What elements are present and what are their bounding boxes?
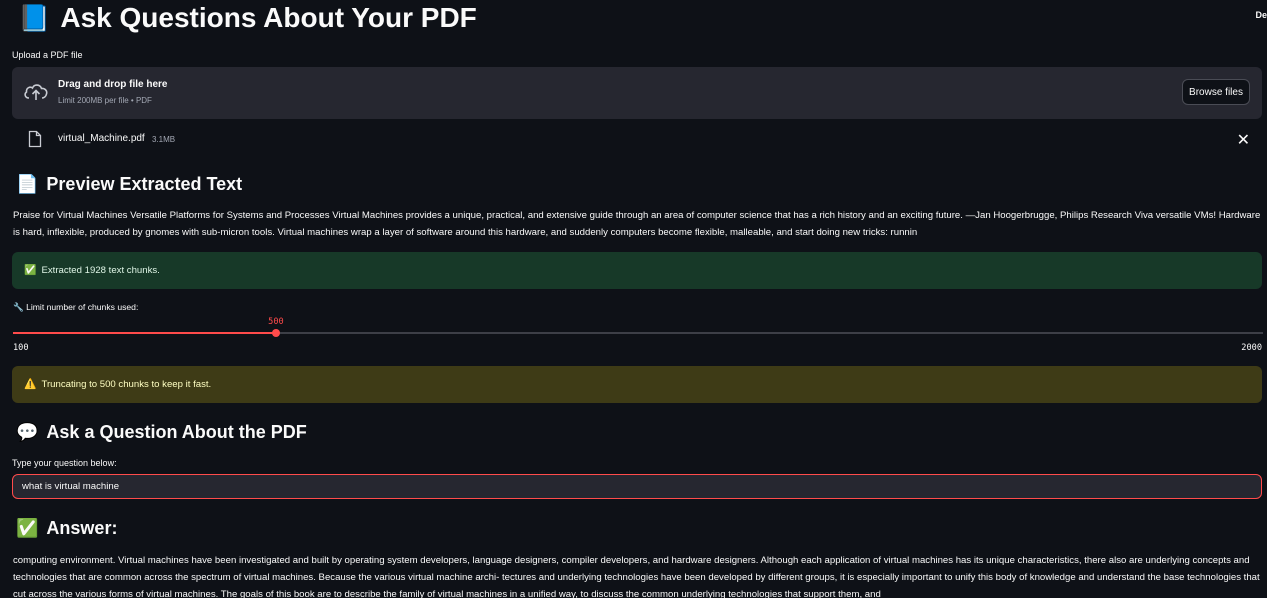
- cloud-upload-icon: [24, 84, 48, 100]
- file-dropzone[interactable]: Drag and drop file here Limit 200MB per …: [12, 67, 1262, 119]
- file-icon: [28, 130, 42, 148]
- uploaded-file: virtual_Machine.pdf 3.1MB ✕: [12, 128, 1262, 150]
- success-alert: ✅ Extracted 1928 text chunks.: [12, 252, 1262, 289]
- file-name: virtual_Machine.pdf: [58, 133, 145, 144]
- warning-alert-text: Truncating to 500 chunks to keep it fast…: [41, 379, 212, 390]
- question-input[interactable]: [12, 474, 1262, 499]
- deploy-button[interactable]: De: [1255, 10, 1267, 20]
- page-title: 📘 Ask Questions About Your PDF: [18, 0, 477, 36]
- slider-min: 100: [13, 343, 29, 353]
- warning-alert: ⚠️ Truncating to 500 chunks to keep it f…: [12, 366, 1262, 403]
- dropzone-title: Drag and drop file here: [58, 79, 168, 90]
- question-heading-text: Ask a Question About the PDF: [46, 422, 307, 442]
- dropzone-limit: Limit 200MB per file • PDF: [58, 96, 152, 105]
- warning-icon: ⚠️: [24, 379, 37, 390]
- chunks-slider[interactable]: [13, 329, 1263, 337]
- preview-heading: 📄 Preview Extracted Text: [16, 174, 242, 195]
- document-icon: 📄: [16, 174, 39, 194]
- slider-thumb[interactable]: [272, 329, 281, 337]
- book-icon: 📘: [18, 3, 51, 33]
- success-alert-text: Extracted 1928 text chunks.: [41, 265, 160, 276]
- preview-text: Praise for Virtual Machines Versatile Pl…: [13, 210, 1261, 238]
- check-icon: ✅: [16, 518, 39, 538]
- file-size: 3.1MB: [152, 135, 176, 144]
- answer-heading-text: Answer:: [46, 518, 118, 538]
- browse-files-button[interactable]: Browse files: [1182, 79, 1250, 105]
- answer-text: computing environment. Virtual machines …: [13, 555, 1260, 598]
- slider-max: 2000: [1241, 343, 1262, 353]
- app-page: 📘 Ask Questions About Your PDF De Upload…: [0, 0, 1267, 598]
- preview-heading-text: Preview Extracted Text: [46, 174, 243, 194]
- question-input-label: Type your question below:: [12, 458, 117, 468]
- page-title-text: Ask Questions About Your PDF: [60, 2, 477, 33]
- upload-label: Upload a PDF file: [12, 50, 83, 60]
- check-icon: ✅: [24, 265, 37, 276]
- slider-value: 500: [268, 317, 284, 327]
- speech-bubble-icon: 💬: [16, 422, 39, 442]
- close-icon[interactable]: ✕: [1237, 130, 1250, 150]
- slider-label: 🔧 Limit number of chunks used:: [13, 302, 139, 312]
- question-heading: 💬 Ask a Question About the PDF: [16, 422, 307, 443]
- answer-heading: ✅ Answer:: [16, 518, 117, 539]
- slider-fill: [13, 332, 277, 334]
